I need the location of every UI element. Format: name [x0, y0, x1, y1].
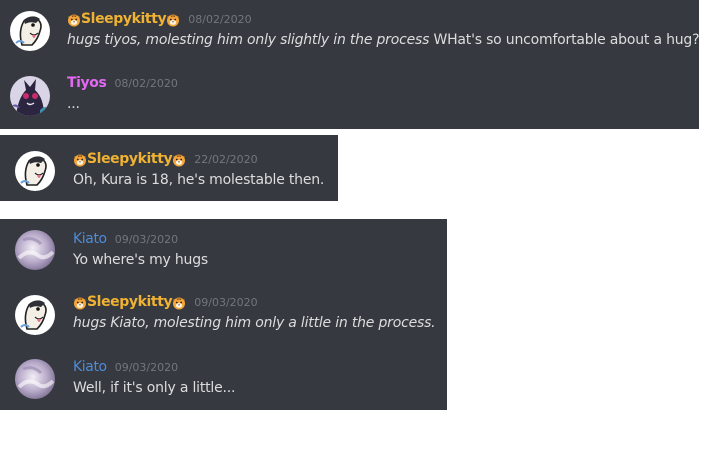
message-italic-text: hugs Kiato, molesting him only a little …: [73, 315, 436, 331]
message-text: Well, if it's only a little...: [73, 380, 236, 396]
chat-message: Sleepykitty 22/02/2020 Oh, Kura is 18, h…: [0, 149, 338, 193]
username[interactable]: Sleepykitty: [87, 151, 173, 167]
username[interactable]: Kiato: [73, 231, 107, 247]
sleepykitty-avatar[interactable]: [15, 151, 55, 191]
timestamp: 08/02/2020: [188, 12, 252, 26]
message-content: Yo where's my hugs: [73, 252, 208, 268]
tiger-face-icon: [172, 295, 186, 310]
username[interactable]: Sleepykitty: [81, 11, 167, 27]
chat-message: Sleepykitty 08/02/2020 hugs tiyos, moles…: [0, 9, 700, 53]
timestamp: 22/02/2020: [194, 152, 258, 166]
timestamp: 08/02/2020: [114, 76, 178, 90]
chat-message: Kiato 09/03/2020 Yo where's my hugs: [0, 229, 447, 273]
chat-message: Tiyos 08/02/2020 ...: [0, 73, 699, 117]
chat-panel-3: Kiato 09/03/2020 Yo where's my hugs Slee…: [0, 219, 447, 410]
message-header: Kiato 09/03/2020: [73, 357, 178, 377]
tiger-face-icon: [166, 12, 180, 27]
sleepykitty-avatar[interactable]: [10, 11, 50, 51]
username[interactable]: Tiyos: [67, 75, 107, 91]
message-content: Well, if it's only a little...: [73, 380, 235, 396]
message-header: Tiyos 08/02/2020: [67, 73, 178, 93]
tiger-face-icon: [172, 152, 186, 167]
timestamp: 09/03/2020: [114, 232, 179, 246]
tiyos-avatar[interactable]: [10, 76, 50, 116]
username[interactable]: Sleepykitty: [87, 294, 173, 310]
chat-panel-1: Sleepykitty 08/02/2020 hugs tiyos, moles…: [0, 0, 700, 129]
username[interactable]: Kiato: [73, 359, 107, 375]
message-content: Oh, Kura is 18, he's molestable then.: [73, 172, 324, 188]
message-text: Oh, Kura is 18, he's molestable then.: [73, 172, 325, 188]
message-content: hugs Kiato, molesting him only a little …: [73, 315, 436, 331]
tiger-face-icon: [67, 12, 81, 27]
message-text: WHat's so uncomfortable about a hug?: [429, 32, 700, 48]
kiato-avatar[interactable]: [15, 359, 55, 399]
message-text: ...: [67, 96, 80, 112]
chat-message: Kiato 09/03/2020 Well, if it's only a li…: [0, 357, 447, 401]
chat-panel-2: Sleepykitty 22/02/2020 Oh, Kura is 18, h…: [0, 135, 338, 201]
message-italic-text: hugs tiyos, molesting him only slightly …: [67, 32, 430, 48]
sleepykitty-avatar[interactable]: [15, 295, 55, 335]
chat-message: Sleepykitty 09/03/2020 hugs Kiato, moles…: [0, 292, 447, 336]
kiato-avatar[interactable]: [15, 230, 55, 270]
message-header: Kiato 09/03/2020: [73, 229, 178, 249]
timestamp: 09/03/2020: [114, 360, 179, 374]
tiger-face-icon: [73, 295, 87, 310]
tiger-face-icon: [73, 152, 87, 167]
message-header: Sleepykitty 08/02/2020: [67, 9, 252, 29]
message-header: Sleepykitty 09/03/2020: [73, 292, 258, 312]
message-content: hugs tiyos, molesting him only slightly …: [67, 32, 700, 48]
message-header: Sleepykitty 22/02/2020: [73, 149, 258, 169]
timestamp: 09/03/2020: [194, 295, 258, 309]
message-text: Yo where's my hugs: [73, 252, 208, 268]
message-content: ...: [67, 96, 80, 112]
